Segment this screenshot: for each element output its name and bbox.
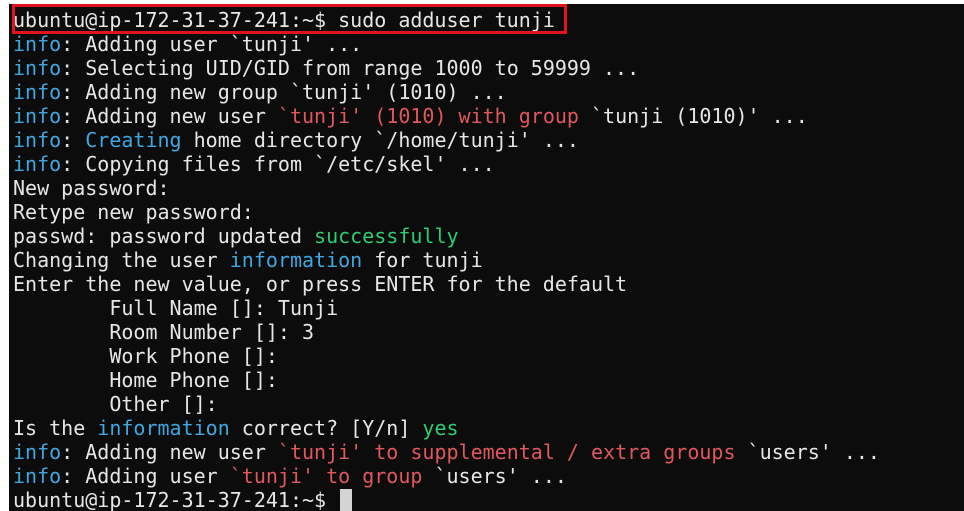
text-segment: Is the bbox=[13, 416, 98, 440]
output-line: Enter the new value, or press ENTER for … bbox=[13, 272, 964, 296]
text-segment: : Adding user `tunji' ... bbox=[61, 32, 363, 56]
output-line: Full Name []: Tunji bbox=[13, 296, 964, 320]
text-segment: New password: bbox=[13, 176, 170, 200]
text-segment: passwd: password updated bbox=[13, 224, 315, 248]
text-segment: successfully bbox=[314, 224, 459, 248]
text-segment: : Adding user bbox=[61, 464, 230, 488]
prompt-line: ubuntu@ip-172-31-37-241:~$ bbox=[13, 488, 964, 511]
output-line: info: Creating home directory `/home/tun… bbox=[13, 128, 964, 152]
output-line: Other []: bbox=[13, 392, 964, 416]
output-line: Changing the user information for tunji bbox=[13, 248, 964, 272]
text-segment: Enter the new value, or press ENTER for … bbox=[13, 272, 628, 296]
text-segment: info bbox=[13, 464, 62, 488]
text-segment: info bbox=[13, 80, 62, 104]
text-segment: information bbox=[229, 248, 363, 272]
cursor-block bbox=[340, 489, 353, 511]
text-segment: information bbox=[97, 416, 230, 440]
text-segment: Retype new password: bbox=[13, 200, 254, 224]
text-segment: `tunji (1010)' ... bbox=[578, 104, 808, 128]
text-segment: info bbox=[13, 440, 62, 464]
output-line: info: Selecting UID/GID from range 1000 … bbox=[13, 56, 964, 80]
text-segment: `tunji' to group bbox=[229, 464, 423, 488]
text-segment: home directory `/home/tunji' ... bbox=[181, 128, 579, 152]
text-segment: correct? [Y/n] bbox=[229, 416, 423, 440]
text-segment: info bbox=[13, 152, 62, 176]
text-segment: Full Name []: Tunji bbox=[13, 296, 339, 320]
output-line: info: Copying files from `/etc/skel' ... bbox=[13, 152, 964, 176]
text-segment: Room Number []: 3 bbox=[13, 320, 315, 344]
text-segment: info bbox=[13, 56, 62, 80]
terminal-output: ubuntu@ip-172-31-37-241:~$ sudo adduser … bbox=[13, 8, 964, 511]
text-segment: Work Phone []: bbox=[13, 344, 278, 368]
text-segment: ubuntu@ip-172-31-37-241:~$ bbox=[13, 488, 339, 511]
output-line: Room Number []: 3 bbox=[13, 320, 964, 344]
output-line: Is the information correct? [Y/n] yes bbox=[13, 416, 964, 440]
text-segment: Other []: bbox=[13, 392, 218, 416]
text-segment: `users' ... bbox=[735, 440, 880, 464]
text-segment: info bbox=[13, 32, 62, 56]
text-segment: `tunji' (1010) with group bbox=[277, 104, 579, 128]
text-segment: Creating bbox=[85, 128, 182, 152]
output-line: New password: bbox=[13, 176, 964, 200]
text-segment: `tunji' to supplemental / extra groups bbox=[277, 440, 736, 464]
output-line: info: Adding new user `tunji' to supplem… bbox=[13, 440, 964, 464]
command-line: ubuntu@ip-172-31-37-241:~$ sudo adduser … bbox=[13, 8, 964, 32]
text-segment: info bbox=[13, 128, 62, 152]
text-segment: Home Phone []: bbox=[13, 368, 278, 392]
output-line: Home Phone []: bbox=[13, 368, 964, 392]
output-line: Retype new password: bbox=[13, 200, 964, 224]
terminal-window[interactable]: ubuntu@ip-172-31-37-241:~$ sudo adduser … bbox=[9, 4, 964, 511]
text-segment: : Adding new user bbox=[61, 104, 278, 128]
text-segment: Changing the user bbox=[13, 248, 230, 272]
output-line: info: Adding user `tunji' ... bbox=[13, 32, 964, 56]
output-line: passwd: password updated successfully bbox=[13, 224, 964, 248]
text-segment: ubuntu@ip-172-31-37-241:~$ sudo adduser … bbox=[13, 8, 555, 32]
text-segment: : Adding new user bbox=[61, 440, 278, 464]
text-segment: : Selecting UID/GID from range 1000 to 5… bbox=[61, 56, 640, 80]
output-line: info: Adding user `tunji' to group `user… bbox=[13, 464, 964, 488]
text-segment: yes bbox=[422, 416, 459, 440]
text-segment: for tunji bbox=[362, 248, 483, 272]
output-line: Work Phone []: bbox=[13, 344, 964, 368]
text-segment: : Copying files from `/etc/skel' ... bbox=[61, 152, 495, 176]
text-segment: : bbox=[61, 128, 86, 152]
output-line: info: Adding new user `tunji' (1010) wit… bbox=[13, 104, 964, 128]
text-segment: `users' ... bbox=[422, 464, 567, 488]
output-line: info: Adding new group `tunji' (1010) ..… bbox=[13, 80, 964, 104]
text-segment: info bbox=[13, 104, 62, 128]
text-segment: : Adding new group `tunji' (1010) ... bbox=[61, 80, 507, 104]
